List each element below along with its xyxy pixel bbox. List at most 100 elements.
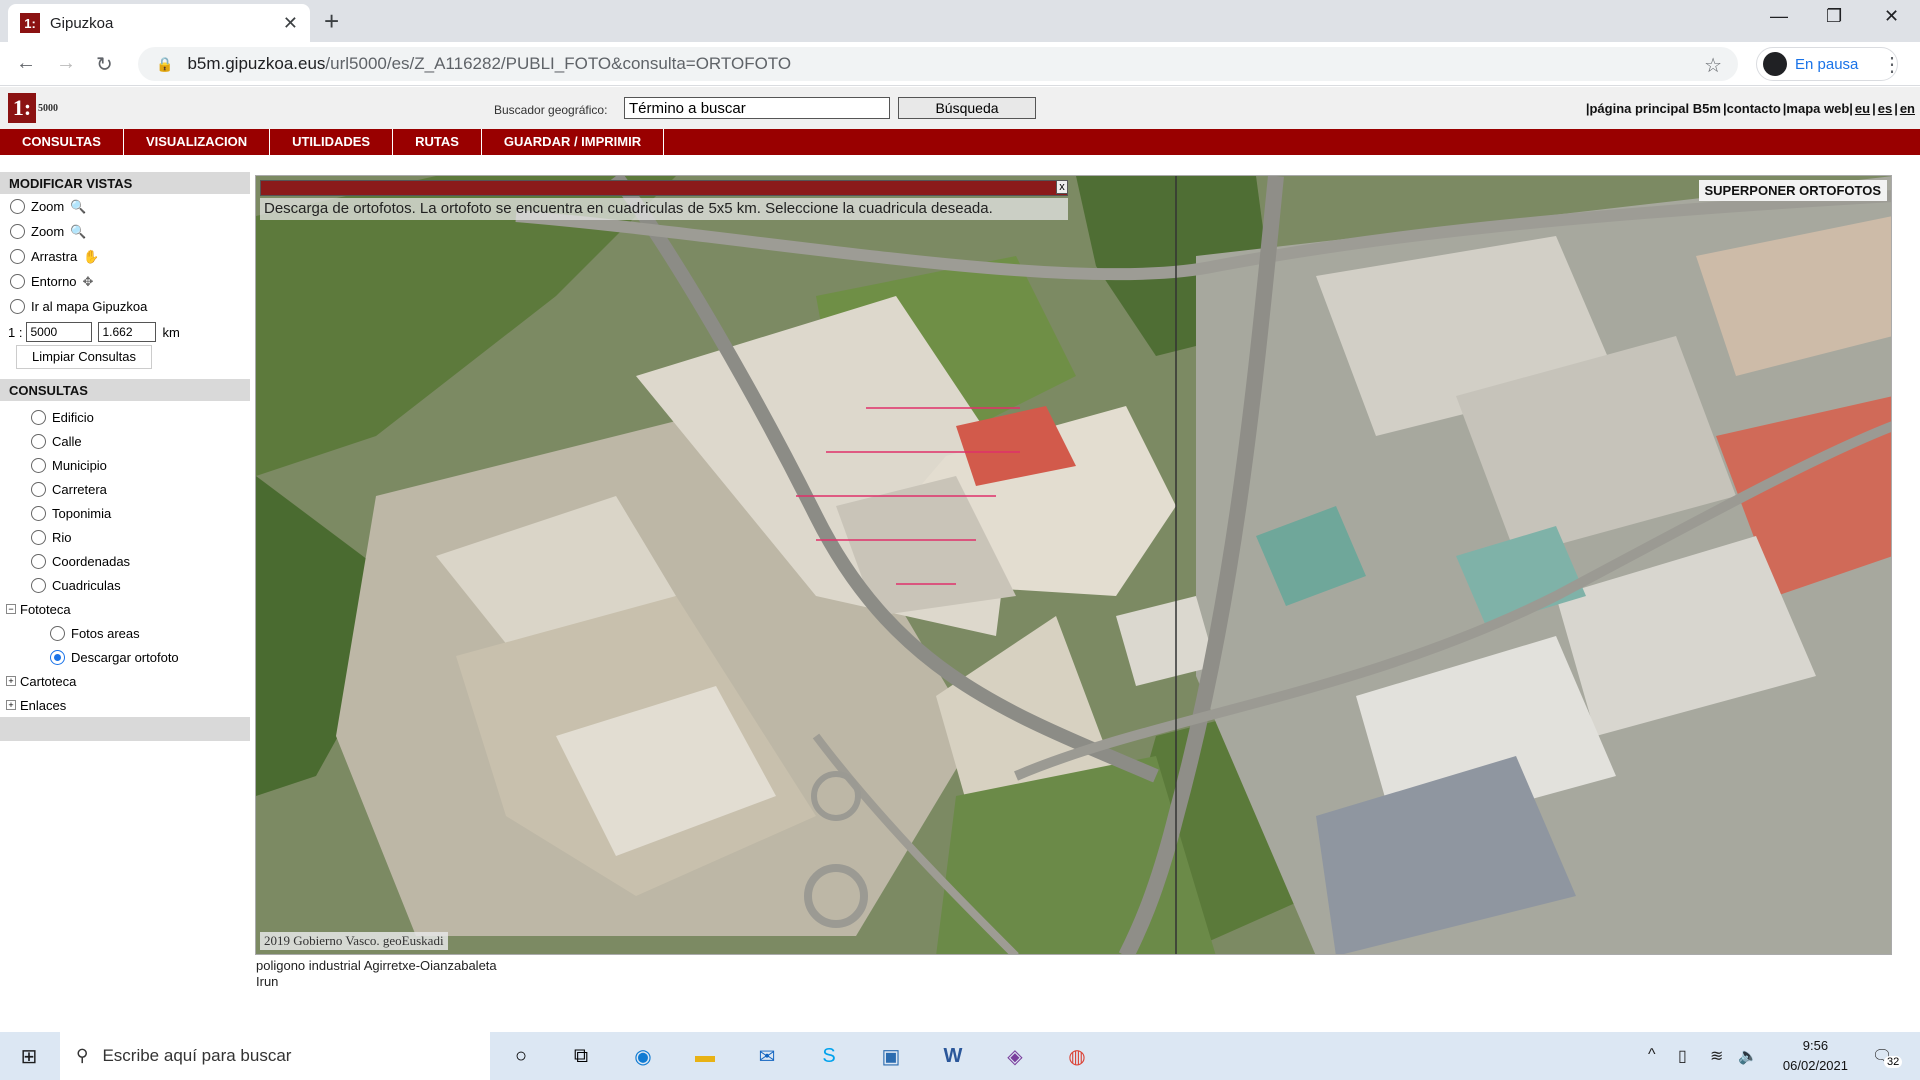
chrome-icon[interactable]: ◍ (1062, 1042, 1092, 1070)
collapse-icon[interactable]: − (6, 604, 16, 614)
view-option[interactable]: Zoom 🔍 (0, 194, 250, 219)
tree-item[interactable]: − Fototeca (6, 597, 250, 621)
address-bar[interactable]: 🔒 b5m.gipuzkoa.eus/url5000/es/Z_A116282/… (138, 47, 1738, 81)
view-option[interactable]: Entorno ✥ (0, 269, 250, 294)
tree-item-label: Toponimia (52, 505, 112, 521)
nav-item[interactable]: CONSULTAS (0, 129, 124, 155)
radio-button[interactable] (31, 433, 46, 449)
file-explorer-icon[interactable]: ▬ (690, 1042, 720, 1070)
mail-icon[interactable]: ✉ (752, 1042, 782, 1070)
browser-menu-icon[interactable]: ⋮ (1882, 52, 1902, 77)
radio-button[interactable] (10, 224, 25, 239)
tree-item-label: Descargar ortofoto (71, 649, 179, 665)
aerial-image[interactable] (256, 176, 1892, 955)
orthophoto-map[interactable]: x Descarga de ortofotos. La ortofoto se … (255, 175, 1892, 955)
scale-input[interactable] (26, 322, 93, 342)
view-option[interactable]: Ir al mapa Gipuzkoa (0, 294, 250, 319)
header-link[interactable]: |mapa web| (1783, 101, 1853, 116)
expand-icon[interactable]: + (6, 676, 16, 686)
header-link[interactable]: eu (1855, 101, 1870, 116)
radio-button[interactable] (10, 274, 25, 289)
browser-tab[interactable]: 1: Gipuzkoa ✕ (8, 4, 310, 42)
header-link[interactable]: es (1878, 101, 1892, 116)
radio-button[interactable] (10, 249, 25, 264)
skype-icon[interactable]: S (814, 1042, 844, 1070)
radio-button[interactable] (10, 199, 25, 214)
profile-label: En pausa (1795, 55, 1859, 73)
tree-item[interactable]: Edificio (6, 405, 250, 429)
nav-item[interactable]: VISUALIZACION (124, 129, 271, 155)
zoom-in-icon: 🔍 (70, 198, 87, 214)
nav-item[interactable]: RUTAS (393, 129, 482, 155)
tree-item[interactable]: Fotos areas (6, 621, 250, 645)
task-view-icon[interactable]: ⧉ (566, 1042, 596, 1070)
tree-item[interactable]: + Enlaces (6, 693, 250, 717)
avatar (1763, 52, 1787, 76)
minimize-icon[interactable]: — (1770, 6, 1788, 27)
tree-item-label: Cartoteca (20, 673, 77, 689)
geo-search-input[interactable] (624, 97, 890, 119)
taskbar-search[interactable]: ⚲ Escribe aquí para buscar (60, 1032, 490, 1080)
header-link[interactable]: |página principal B5m (1586, 101, 1721, 116)
header-link[interactable]: | (1872, 101, 1876, 116)
header-link[interactable]: |contacto (1723, 101, 1781, 116)
edge-icon[interactable]: ◉ (628, 1042, 658, 1070)
header-link[interactable]: | (1894, 101, 1898, 116)
expand-icon[interactable]: + (6, 700, 16, 710)
tree-item-label: Calle (52, 433, 82, 449)
close-window-icon[interactable]: ✕ (1884, 6, 1899, 27)
tree-item[interactable]: Municipio (6, 453, 250, 477)
overlay-orthophotos-button[interactable]: SUPERPONER ORTOFOTOS (1698, 180, 1887, 201)
tree-item[interactable]: Descargar ortofoto (6, 645, 250, 669)
cortana-icon[interactable]: ○ (506, 1042, 536, 1070)
clear-queries-button[interactable]: Limpiar Consultas (16, 345, 152, 369)
app-icon[interactable]: ▣ (876, 1042, 906, 1070)
tree-item[interactable]: Calle (6, 429, 250, 453)
view-options: Zoom 🔍 Zoom 🔍 Arrastra ✋ Entorno ✥ Ir al mapa Gi… (0, 194, 250, 319)
tree-item[interactable]: Toponimia (6, 501, 250, 525)
back-icon[interactable]: ← (16, 52, 36, 75)
nav-item[interactable]: UTILIDADES (270, 129, 394, 155)
view-option[interactable]: Arrastra ✋ (0, 244, 250, 269)
tab-close-icon[interactable]: ✕ (283, 13, 298, 34)
new-tab-icon[interactable]: + (324, 6, 339, 36)
radio-button[interactable] (50, 649, 65, 665)
distance-input[interactable] (98, 322, 157, 342)
radio-button[interactable] (31, 457, 46, 473)
bookmark-star-icon[interactable]: ☆ (1704, 53, 1722, 78)
tree-item[interactable]: Cuadriculas (6, 573, 250, 597)
radio-button[interactable] (31, 505, 46, 521)
word-icon[interactable]: W (938, 1042, 968, 1070)
taskbar-clock[interactable]: 9:56 06/02/2021 (1783, 1036, 1848, 1076)
search-button[interactable]: Búsqueda (898, 97, 1036, 119)
restore-icon[interactable]: ❐ (1826, 6, 1842, 27)
tree-item[interactable]: Coordenadas (6, 549, 250, 573)
device-icon[interactable]: ▯ (1678, 1046, 1687, 1066)
radio-button[interactable] (31, 529, 46, 545)
radio-button[interactable] (31, 409, 46, 425)
tree-item-label: Edificio (52, 409, 94, 425)
forward-icon[interactable]: → (56, 52, 76, 75)
reload-icon[interactable]: ↻ (96, 52, 113, 77)
view-option[interactable]: Zoom 🔍 (0, 219, 250, 244)
radio-button[interactable] (10, 299, 25, 314)
volume-icon[interactable]: 🔈 (1738, 1046, 1758, 1066)
tree-item[interactable]: Carretera (6, 477, 250, 501)
nav-item[interactable]: GUARDAR / IMPRIMIR (482, 129, 665, 155)
wifi-icon[interactable]: ≋ (1710, 1046, 1723, 1066)
header-link[interactable]: en (1900, 101, 1915, 116)
app2-icon[interactable]: ◈ (1000, 1042, 1030, 1070)
radio-button[interactable] (50, 625, 65, 641)
radio-button[interactable] (31, 481, 46, 497)
radio-button[interactable] (31, 553, 46, 569)
taskbar-search-placeholder: Escribe aquí para buscar (102, 1046, 292, 1065)
tree-item[interactable]: + Cartoteca (6, 669, 250, 693)
tray-chevron-icon[interactable]: ^ (1648, 1046, 1656, 1064)
profile-button[interactable]: En pausa (1756, 47, 1898, 81)
windows-start-icon[interactable]: ⊞ (14, 1042, 44, 1070)
message-close-icon[interactable]: x (1056, 180, 1068, 194)
move-icon: ✥ (82, 273, 94, 289)
b5m-logo[interactable]: 1: 5000 (8, 93, 66, 123)
radio-button[interactable] (31, 577, 46, 593)
tree-item[interactable]: Rio (6, 525, 250, 549)
